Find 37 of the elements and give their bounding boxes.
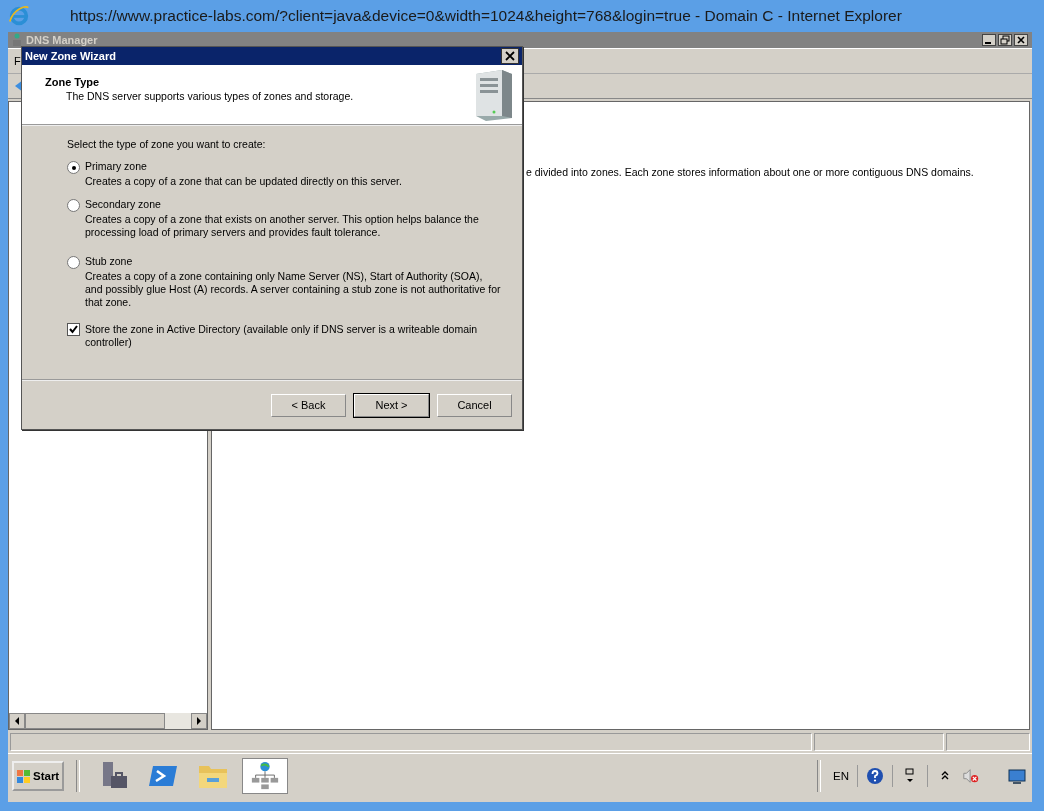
- radio-label[interactable]: Primary zone: [85, 160, 502, 172]
- language-indicator[interactable]: EN: [833, 770, 849, 782]
- close-icon[interactable]: [1014, 34, 1028, 46]
- prompt-text: Select the type of zone you want to create:: [67, 138, 267, 150]
- close-icon[interactable]: [501, 48, 519, 64]
- menu-item[interactable]: F: [14, 55, 21, 67]
- radio-button[interactable]: [67, 161, 80, 174]
- option-description: Creates a copy of a zone containing only Name Server (NS), Start of Authority (SOA), and possibly glue Host (A) records. A server containing a stub zone is not authoritative for that zone.: [85, 270, 502, 309]
- app-title: DNS Manager: [26, 34, 98, 46]
- radio-button[interactable]: [67, 199, 80, 212]
- page-heading: Zone Type: [45, 76, 101, 88]
- help-icon[interactable]: [866, 767, 884, 785]
- dialog-button[interactable]: < Back: [271, 393, 346, 417]
- scroll-left-icon[interactable]: [9, 713, 25, 729]
- window-title: https://www.practice-labs.com/?client=java&device=0&width=1024&height=768&login=true - Domain C - Internet Explorer: [70, 7, 902, 25]
- radio-label[interactable]: Stub zone: [85, 255, 502, 267]
- windows-logo-icon: [17, 769, 31, 783]
- restore-icon[interactable]: [998, 34, 1012, 46]
- checkbox-label[interactable]: Store the zone in Active Directory (available only if DNS server is a writeable domain controller): [85, 323, 502, 349]
- speaker-muted-icon[interactable]: [962, 767, 980, 785]
- radio-label[interactable]: Secondary zone: [85, 198, 502, 210]
- checkbox[interactable]: [67, 323, 80, 336]
- dialog-button[interactable]: Next >: [354, 393, 429, 417]
- scroll-thumb[interactable]: [25, 713, 165, 729]
- scroll-right-icon[interactable]: [191, 713, 207, 729]
- dns-manager-taskbar-button[interactable]: [242, 758, 289, 794]
- radio-button[interactable]: [67, 256, 80, 269]
- option-description: Creates a copy of a zone that can be updated directly on this server.: [85, 175, 403, 188]
- dialog-button[interactable]: Cancel: [437, 393, 512, 417]
- minimize-icon[interactable]: [982, 34, 996, 46]
- dialog-title: New Zone Wizard: [25, 50, 116, 62]
- page-subheading: The DNS server supports various types of zones and storage.: [65, 90, 354, 102]
- browser-logo-icon: [8, 5, 30, 27]
- show-desktop-icon[interactable]: [1008, 767, 1026, 785]
- start-button[interactable]: Start: [12, 761, 65, 791]
- option-description: Creates a copy of a zone that exists on another server. This option helps balance the processing load of primary servers and provides fault tolerance.: [85, 213, 480, 239]
- description-text: e divided into zones. Each zone stores information about one or more contiguous DNS domains.: [526, 166, 974, 178]
